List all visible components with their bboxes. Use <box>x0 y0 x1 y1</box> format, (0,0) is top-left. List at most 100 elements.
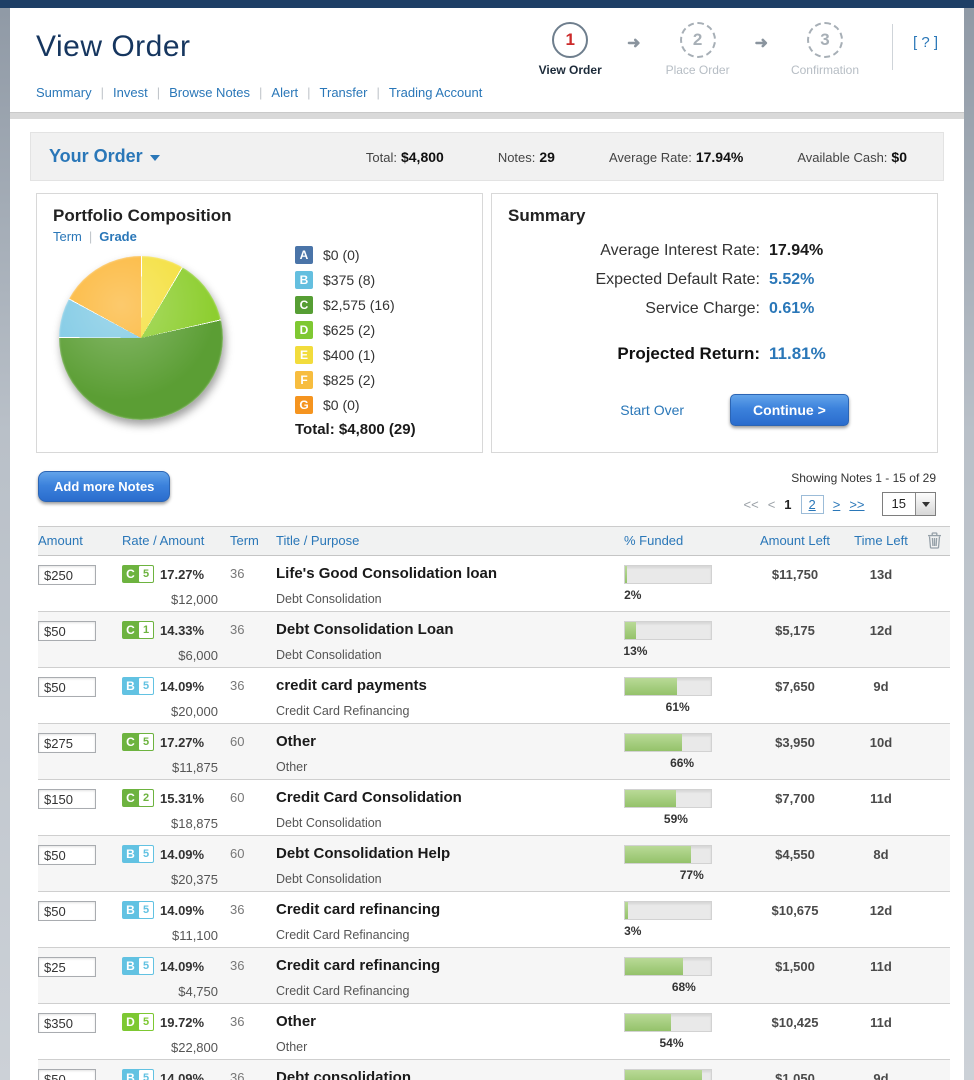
interest-rate: 15.31% <box>160 791 204 806</box>
loan-amount: $11,100 <box>122 928 230 943</box>
note-title[interactable]: credit card payments <box>276 677 624 694</box>
portfolio-composition-panel: Portfolio Composition Term|Grade A$0 (0)… <box>36 193 483 453</box>
note-amount-input[interactable] <box>38 677 96 697</box>
rate-amount-cell: C2 15.31% $18,875 <box>122 789 230 835</box>
term-cell: 36 <box>230 565 276 611</box>
col-amount[interactable]: Amount <box>38 533 122 548</box>
page-title: View Order <box>36 20 191 64</box>
funded-percent-label: 59% <box>664 812 688 826</box>
note-title[interactable]: Credit card refinancing <box>276 957 624 974</box>
grade-subnumber: 5 <box>139 846 153 862</box>
nav-link-trading-account[interactable]: Trading Account <box>389 85 482 100</box>
nav-link-invest[interactable]: Invest <box>113 85 148 100</box>
row-trash-cell <box>918 845 950 891</box>
title-purpose-cell: Debt Consolidation LoanDebt Consolidatio… <box>276 621 624 667</box>
progress-fill <box>625 622 636 639</box>
funded-bar: 59% <box>624 789 712 808</box>
col-funded[interactable]: % Funded <box>624 533 746 548</box>
delete-all-trash-icon[interactable] <box>918 532 950 549</box>
col-term[interactable]: Term <box>230 533 276 548</box>
order-stat-value: 17.94% <box>696 149 743 165</box>
nav-link-alert[interactable]: Alert <box>271 85 298 100</box>
note-title[interactable]: Debt consolidation <box>276 1069 624 1080</box>
col-title-purpose[interactable]: Title / Purpose <box>276 533 624 548</box>
funded-percent-label: 61% <box>666 700 690 714</box>
note-amount-input[interactable] <box>38 901 96 921</box>
summary-row: Service Charge:0.61% <box>508 300 921 318</box>
help-link[interactable]: [ ? ] <box>913 22 938 51</box>
note-title[interactable]: Credit card refinancing <box>276 901 624 918</box>
amount-left-cell: $1,500 <box>746 957 844 1003</box>
nav-link-summary[interactable]: Summary <box>36 85 92 100</box>
note-amount-input[interactable] <box>38 845 96 865</box>
nav-link-browse-notes[interactable]: Browse Notes <box>169 85 250 100</box>
page-size-select[interactable]: 15 <box>882 492 936 516</box>
term-cell: 36 <box>230 1013 276 1059</box>
note-amount-input[interactable] <box>38 789 96 809</box>
step-view-order[interactable]: 1View Order <box>527 22 613 77</box>
funded-percent-label: 2% <box>624 588 641 602</box>
add-more-notes-button[interactable]: Add more Notes <box>38 471 170 502</box>
showing-notes-text: Showing Notes 1 - 15 of 29 <box>744 471 937 485</box>
row-trash-cell <box>918 1069 950 1080</box>
col-rate-amount[interactable]: Rate / Amount <box>122 533 230 548</box>
last-page-button[interactable]: >> <box>849 497 864 512</box>
funded-percent-label: 54% <box>660 1036 684 1050</box>
loan-amount: $18,875 <box>122 816 230 831</box>
progress-fill <box>625 1014 671 1031</box>
note-amount-input[interactable] <box>38 957 96 977</box>
note-title[interactable]: Life's Good Consolidation loan <box>276 565 624 582</box>
step-place-order[interactable]: 2Place Order <box>655 22 741 77</box>
grade-subnumber: 5 <box>139 566 153 582</box>
funded-cell: 3% <box>624 901 746 947</box>
header-separator <box>892 24 893 70</box>
table-row: C517.27%$11,87560OtherOther66%$3,95010d <box>38 724 950 780</box>
note-amount-input[interactable] <box>38 733 96 753</box>
note-amount-input[interactable] <box>38 1069 96 1080</box>
legend-swatch-e: E <box>295 346 313 364</box>
page-2-link[interactable]: 2 <box>801 495 824 514</box>
note-title[interactable]: Credit Card Consolidation <box>276 789 624 806</box>
progress-fill <box>625 734 682 751</box>
step-confirmation[interactable]: 3Confirmation <box>782 22 868 77</box>
portfolio-tab-term[interactable]: Term <box>53 229 82 244</box>
legend-value: $825 (2) <box>323 372 375 388</box>
note-title[interactable]: Debt Consolidation Help <box>276 845 624 862</box>
nav-link-transfer[interactable]: Transfer <box>320 85 368 100</box>
rate-amount-cell: C114.33%$6,000 <box>122 621 230 667</box>
funded-bar: 68% <box>624 957 712 976</box>
funded-percent-label: 3% <box>624 924 641 938</box>
note-amount-input[interactable] <box>38 565 96 585</box>
summary-actions: Start Over Continue > <box>508 394 921 426</box>
note-title[interactable]: Other <box>276 1013 624 1030</box>
amount-left-cell: $1,050 <box>746 1069 844 1080</box>
note-purpose: Credit Card Refinancing <box>276 928 624 942</box>
your-order-dropdown[interactable]: Your Order <box>49 146 160 167</box>
continue-button[interactable]: Continue > <box>730 394 849 426</box>
col-time-left[interactable]: Time Left <box>844 533 918 548</box>
step-arrow-icon: ➜ <box>627 22 640 53</box>
grade-badge: C2 <box>122 789 154 807</box>
row-trash-cell <box>918 789 950 835</box>
col-amount-left[interactable]: Amount Left <box>746 533 844 548</box>
title-purpose-cell: Debt Consolidation HelpDebt Consolidatio… <box>276 845 624 891</box>
note-title[interactable]: Debt Consolidation Loan <box>276 621 624 638</box>
amount-left-cell: $10,425 <box>746 1013 844 1059</box>
start-over-link[interactable]: Start Over <box>620 402 684 418</box>
projected-return-label: Projected Return: <box>508 344 760 364</box>
note-purpose: Credit Card Refinancing <box>276 704 624 718</box>
section-divider <box>10 112 964 119</box>
progress-track <box>624 1013 712 1032</box>
prev-page-button[interactable]: < <box>768 497 776 512</box>
order-stat-value: $0 <box>891 149 907 165</box>
first-page-button[interactable]: << <box>744 497 759 512</box>
note-amount-input[interactable] <box>38 621 96 641</box>
note-title[interactable]: Other <box>276 733 624 750</box>
portfolio-tab-grade[interactable]: Grade <box>99 229 137 244</box>
dropdown-arrow-icon[interactable] <box>915 493 935 515</box>
funded-bar: 61% <box>624 677 712 696</box>
grade-badge: C5 <box>122 733 154 751</box>
progress-track <box>624 957 712 976</box>
next-page-button[interactable]: > <box>833 497 841 512</box>
note-amount-input[interactable] <box>38 1013 96 1033</box>
